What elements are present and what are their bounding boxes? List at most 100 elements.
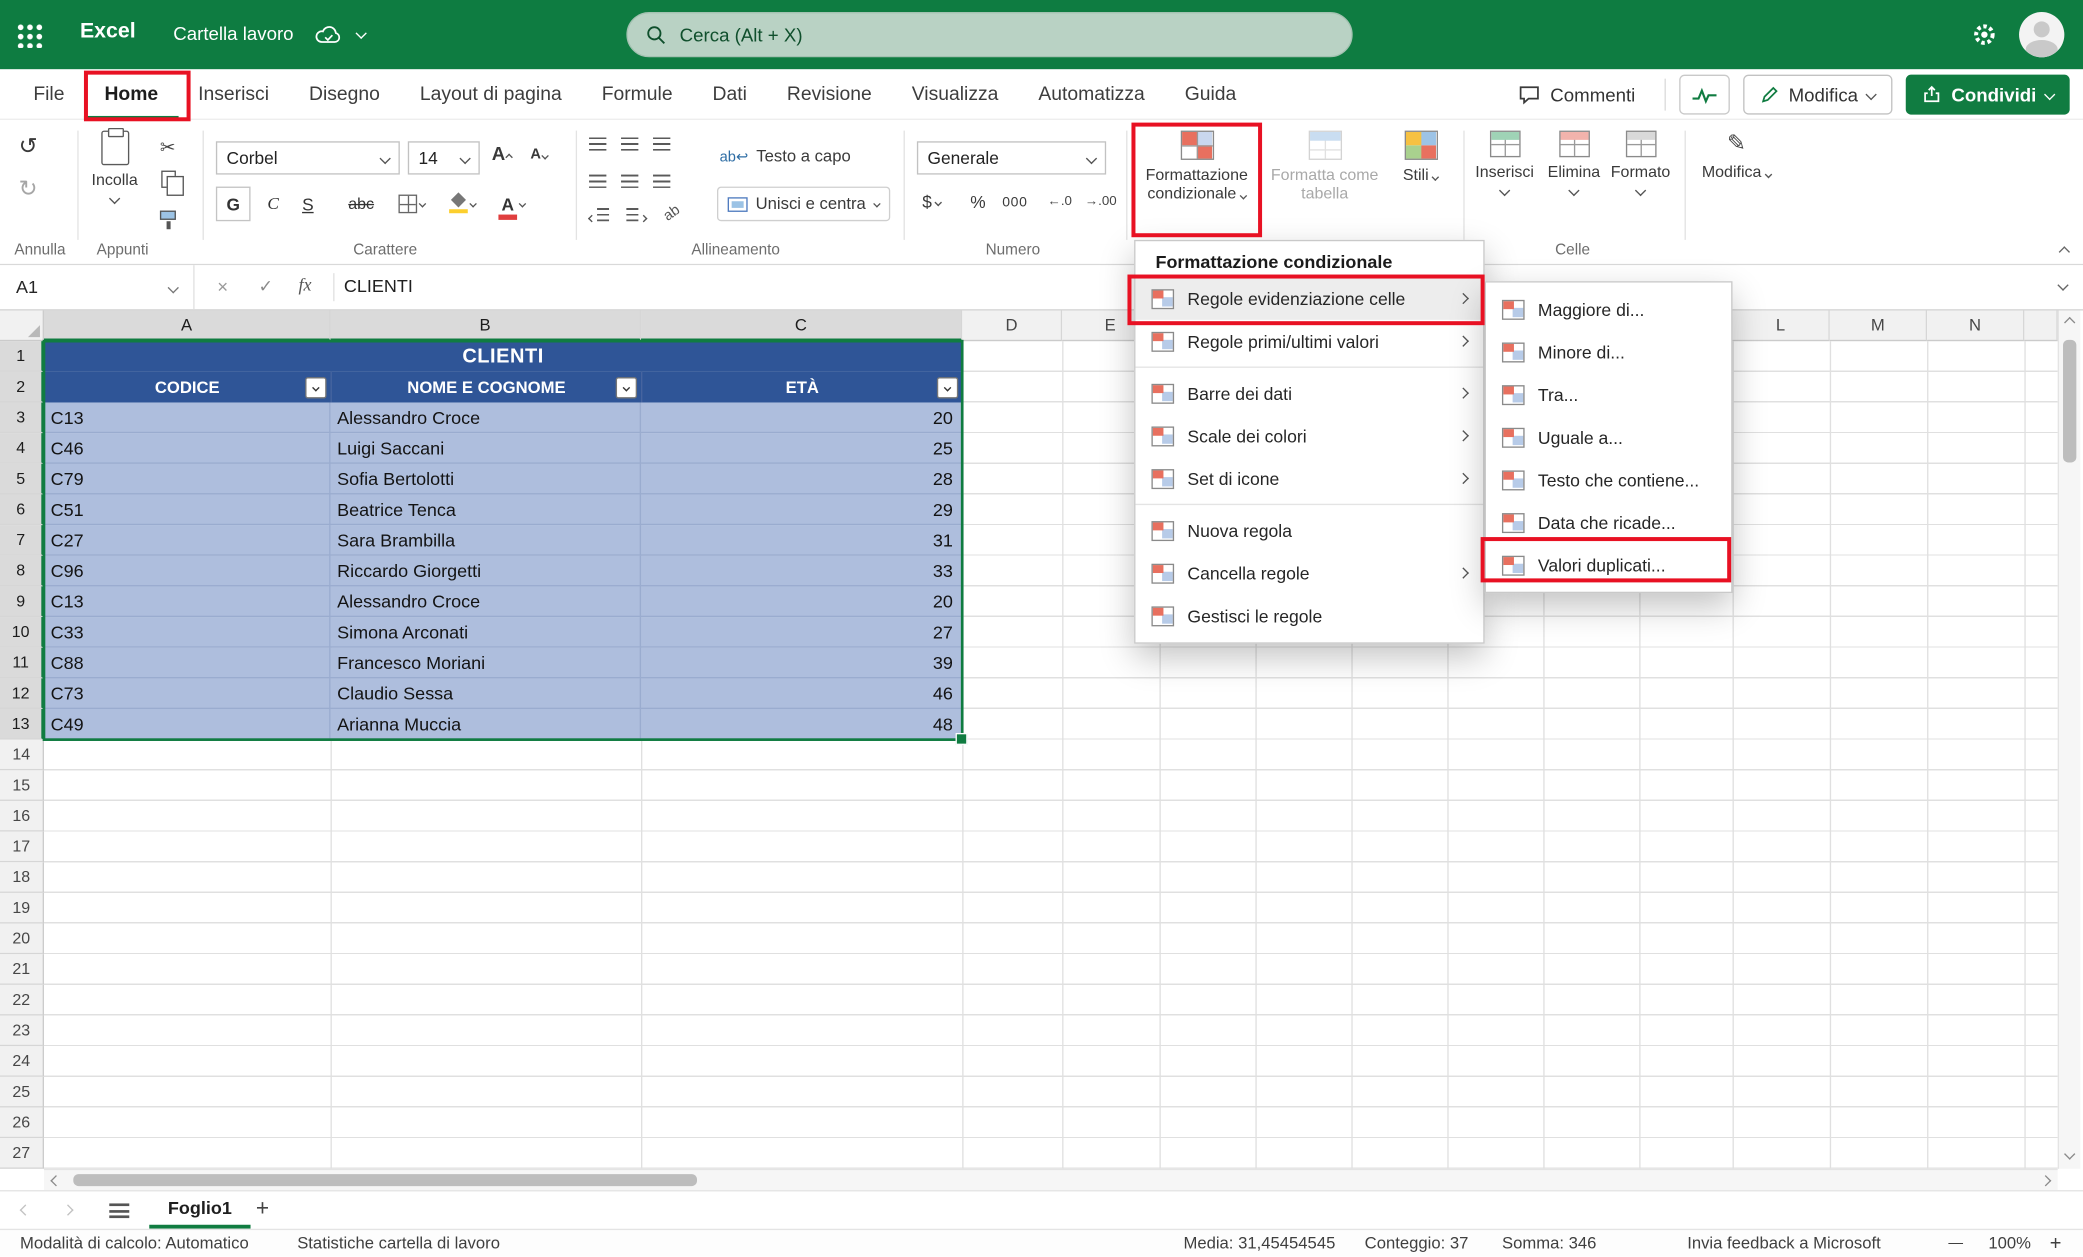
tab-guida[interactable]: Guida: [1165, 69, 1257, 120]
table-row[interactable]: C46Luigi Saccani25: [44, 433, 962, 464]
insert-function-button[interactable]: fx: [299, 275, 312, 296]
align-left-button[interactable]: [589, 173, 606, 192]
percent-button[interactable]: %: [970, 192, 985, 212]
app-name[interactable]: Excel: [80, 20, 136, 44]
italic-button[interactable]: C: [256, 187, 291, 222]
row-header-12[interactable]: 12: [0, 678, 44, 709]
cell-eta[interactable]: 48: [641, 709, 962, 740]
cell-nome[interactable]: Francesco Moriani: [331, 648, 642, 679]
copy-button[interactable]: [161, 171, 176, 192]
cf-item-nuova-regola[interactable]: Nuova regola: [1135, 509, 1483, 552]
count-status[interactable]: Conteggio: 37: [1365, 1230, 1469, 1257]
cell-codice[interactable]: C96: [44, 556, 331, 587]
cf-item-gestisci-le-regole[interactable]: Gestisci le regole: [1135, 594, 1483, 637]
horizontal-scroll-thumb[interactable]: [73, 1174, 697, 1186]
collapse-ribbon-icon[interactable]: [2059, 246, 2070, 257]
cf-item-set-di-icone[interactable]: Set di icone: [1135, 457, 1483, 500]
cf-item-regole-primi-ultimi-valori[interactable]: Regole primi/ultimi valori: [1135, 320, 1483, 363]
borders-button[interactable]: [394, 187, 429, 222]
search-input[interactable]: Cerca (Alt + X): [626, 12, 1352, 57]
currency-button[interactable]: $: [922, 192, 941, 212]
increase-indent-button[interactable]: [626, 208, 646, 225]
format-painter-button[interactable]: [160, 205, 176, 224]
row-header-23[interactable]: 23: [0, 1016, 44, 1047]
next-sheet-icon[interactable]: [62, 1204, 73, 1215]
column-header-M[interactable]: M: [1830, 311, 1927, 342]
row-header-7[interactable]: 7: [0, 525, 44, 556]
feedback-link[interactable]: Invia feedback a Microsoft: [1687, 1230, 1881, 1257]
sheet-list-icon[interactable]: [109, 1203, 129, 1218]
avatar[interactable]: [2019, 12, 2064, 57]
table-row[interactable]: C88Francesco Moriani39: [44, 648, 962, 679]
fill-color-button[interactable]: [445, 187, 480, 222]
shrink-font-button[interactable]: A: [530, 147, 547, 163]
cell-eta[interactable]: 31: [641, 525, 962, 556]
align-bottom-button[interactable]: [653, 136, 670, 155]
row-header-10[interactable]: 10: [0, 617, 44, 648]
undo-button[interactable]: ↺: [19, 133, 38, 160]
table-row[interactable]: C73Claudio Sessa46: [44, 678, 962, 709]
cell-codice[interactable]: C13: [44, 586, 331, 617]
increase-decimal-button[interactable]: ←.0: [1048, 195, 1072, 210]
expand-formula-bar-icon[interactable]: [2057, 280, 2068, 291]
submenu-item-uguale-a[interactable]: Uguale a...: [1486, 416, 1731, 459]
row-header-3[interactable]: 3: [0, 402, 44, 433]
row-header-1[interactable]: 1: [0, 341, 44, 372]
activity-button[interactable]: [1679, 75, 1730, 115]
merge-center-button[interactable]: Unisci e centra: [717, 187, 890, 222]
header-cell-nome[interactable]: NOME E COGNOME: [331, 372, 642, 403]
column-header-B[interactable]: B: [331, 311, 642, 342]
table-row[interactable]: C49Arianna Muccia48: [44, 709, 962, 740]
row-header-4[interactable]: 4: [0, 433, 44, 464]
cancel-button[interactable]: ×: [217, 276, 228, 297]
share-button[interactable]: Condividi: [1906, 75, 2070, 115]
cf-item-scale-dei-colori[interactable]: Scale dei colori: [1135, 414, 1483, 457]
row-header-15[interactable]: 15: [0, 770, 44, 801]
column-header-N[interactable]: N: [1927, 311, 2024, 342]
cell-codice[interactable]: C88: [44, 648, 331, 679]
insert-cells-button[interactable]: Inserisci: [1471, 131, 1538, 195]
decrease-decimal-button[interactable]: →.00: [1085, 195, 1117, 210]
row-header-8[interactable]: 8: [0, 556, 44, 587]
font-size-select[interactable]: 14: [408, 141, 480, 174]
cell-eta[interactable]: 46: [641, 678, 962, 709]
table-row[interactable]: C13Alessandro Croce20: [44, 402, 962, 433]
cell-nome[interactable]: Sara Brambilla: [331, 525, 642, 556]
submenu-item-testo-che-contiene[interactable]: Testo che contiene...: [1486, 458, 1731, 501]
row-header-19[interactable]: 19: [0, 893, 44, 924]
average-status[interactable]: Media: 31,45454545: [1183, 1230, 1335, 1257]
row-header-6[interactable]: 6: [0, 494, 44, 525]
table-row[interactable]: C13Alessandro Croce20: [44, 586, 962, 617]
cell-eta[interactable]: 25: [641, 433, 962, 464]
row-header-20[interactable]: 20: [0, 924, 44, 955]
prev-sheet-icon[interactable]: [20, 1204, 31, 1215]
tab-inserisci[interactable]: Inserisci: [178, 69, 289, 120]
name-box[interactable]: A1: [0, 265, 195, 309]
cell-nome[interactable]: Claudio Sessa: [331, 678, 642, 709]
font-name-select[interactable]: Corbel: [216, 141, 400, 174]
cell-nome[interactable]: Sofia Bertolotti: [331, 464, 642, 495]
calc-mode-status[interactable]: Modalità di calcolo: Automatico: [20, 1230, 249, 1257]
row-header-16[interactable]: 16: [0, 801, 44, 832]
header-cell-eta[interactable]: ETÀ: [641, 372, 962, 403]
submenu-item-data-che-ricade[interactable]: Data che ricade...: [1486, 501, 1731, 544]
cell-codice[interactable]: C73: [44, 678, 331, 709]
workbook-stats-status[interactable]: Statistiche cartella di lavoro: [297, 1230, 500, 1257]
zoom-out-button[interactable]: —: [1948, 1230, 1963, 1257]
enter-button[interactable]: ✓: [259, 276, 274, 297]
header-cell-codice[interactable]: CODICE: [44, 372, 331, 403]
column-header-D[interactable]: D: [962, 311, 1062, 342]
cell-codice[interactable]: C79: [44, 464, 331, 495]
add-sheet-button[interactable]: +: [256, 1195, 269, 1222]
horizontal-scrollbar[interactable]: [44, 1169, 2058, 1190]
cell-eta[interactable]: 20: [641, 402, 962, 433]
cell-nome[interactable]: Luigi Saccani: [331, 433, 642, 464]
submenu-item-tra[interactable]: Tra...: [1486, 373, 1731, 416]
row-header-9[interactable]: 9: [0, 586, 44, 617]
cell-styles-button[interactable]: Stili: [1389, 131, 1453, 185]
cell-eta[interactable]: 33: [641, 556, 962, 587]
app-launcher-icon[interactable]: [16, 23, 43, 48]
decrease-indent-button[interactable]: [589, 208, 609, 225]
submenu-item-maggiore-di[interactable]: Maggiore di...: [1486, 288, 1731, 331]
cut-button[interactable]: ✂: [160, 136, 176, 159]
